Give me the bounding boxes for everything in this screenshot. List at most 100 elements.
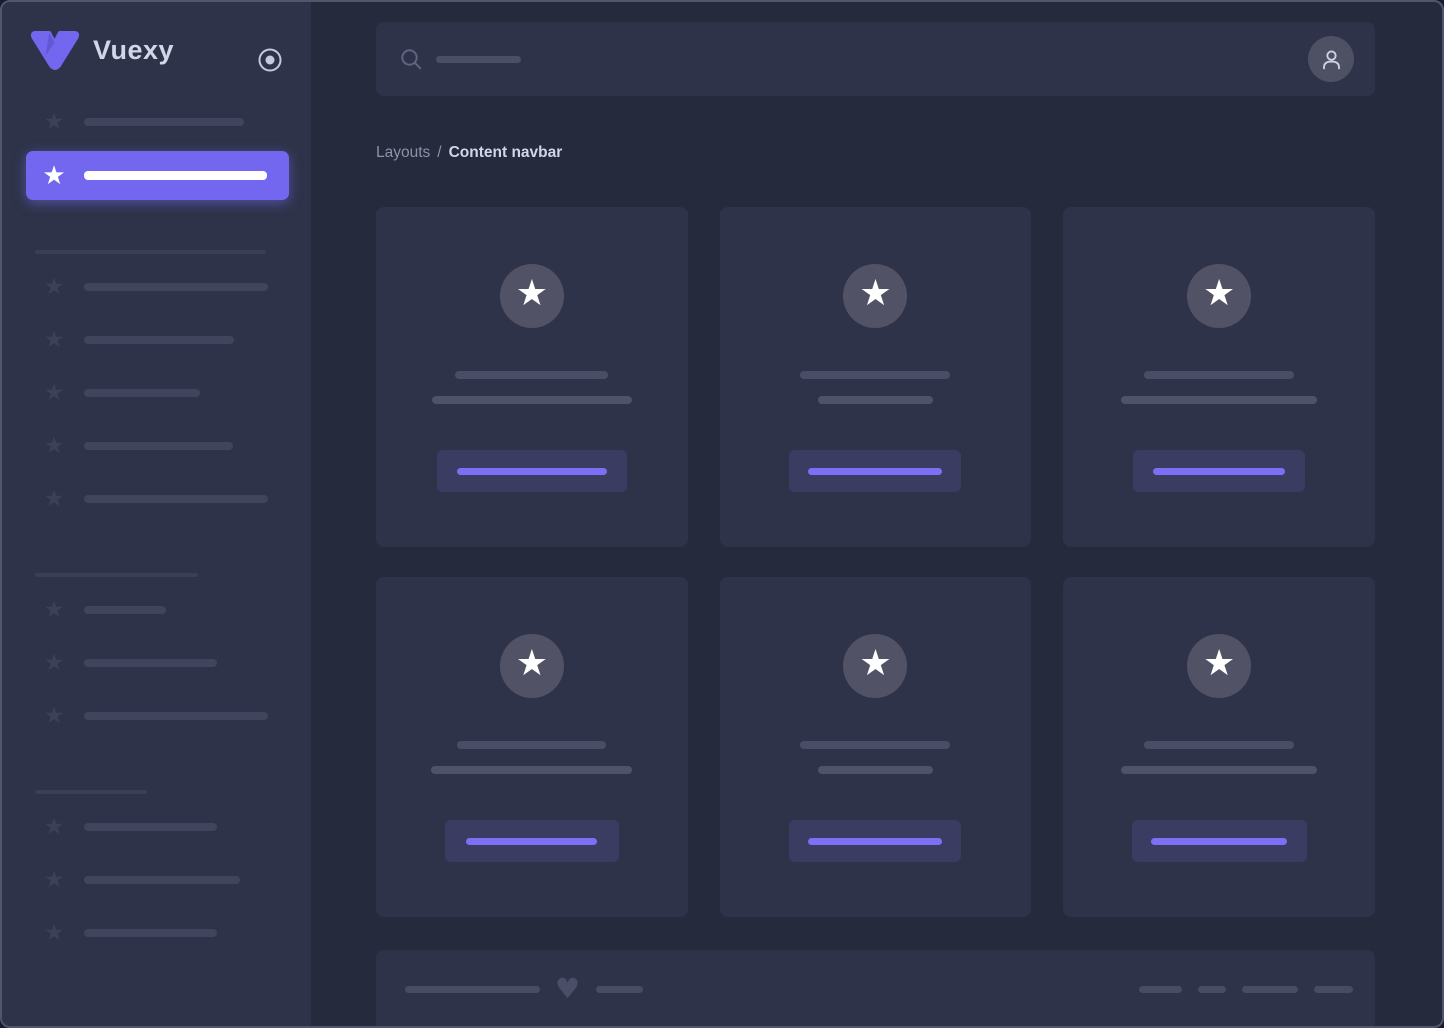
card-action-button[interactable] (437, 450, 627, 492)
sidebar-menu-item[interactable]: ★ (2, 909, 311, 957)
menu-label-skeleton (84, 606, 166, 614)
feature-card: ★ (720, 577, 1032, 917)
card-title-skeleton (800, 741, 950, 749)
search-icon (400, 48, 423, 71)
footer-row: ♥ (405, 978, 1353, 1000)
footer-link-skeleton (1198, 986, 1226, 993)
sidebar-menu-item[interactable]: ★ (2, 263, 311, 311)
star-icon: ★ (42, 487, 66, 511)
star-icon: ★ (42, 651, 66, 675)
feature-card: ★ (376, 577, 688, 917)
card-avatar: ★ (500, 634, 564, 698)
star-icon: ★ (42, 434, 66, 458)
breadcrumb-separator: / (437, 144, 441, 162)
main-content: Layouts / Content navbar ★ ★ ★ (311, 2, 1442, 1026)
button-label-skeleton (457, 468, 607, 475)
breadcrumb-current: Content navbar (449, 144, 563, 162)
card-subtitle-skeleton (818, 766, 933, 774)
breadcrumb-parent[interactable]: Layouts (376, 144, 430, 162)
footer-link-skeleton (1314, 986, 1353, 993)
sidebar-menu-item[interactable]: ★ (2, 316, 311, 364)
user-icon (1319, 47, 1344, 72)
cards-grid: ★ ★ ★ ★ ★ (376, 207, 1375, 917)
sidebar: Vuexy ★ ★ ★ ★ ★ ★ ★ ★ ★ (2, 2, 311, 1026)
feature-card: ★ (376, 207, 688, 547)
footer-text-skeleton (596, 986, 643, 993)
card-action-button[interactable] (789, 450, 961, 492)
star-icon: ★ (1203, 646, 1235, 682)
sidebar-section: ★ ★ ★ (2, 790, 311, 957)
user-avatar-button[interactable] (1308, 36, 1354, 82)
menu-label-skeleton (84, 389, 200, 397)
feature-card: ★ (720, 207, 1032, 547)
sidebar-menu-item[interactable]: ★ (2, 475, 311, 523)
card-action-button[interactable] (445, 820, 619, 862)
card-avatar: ★ (843, 634, 907, 698)
logo-link[interactable]: Vuexy (2, 2, 311, 98)
button-label-skeleton (808, 838, 942, 845)
sidebar-menu-item[interactable]: ★ (2, 422, 311, 470)
footer-link-skeleton (1139, 986, 1182, 993)
star-icon: ★ (42, 704, 66, 728)
card-title-skeleton (455, 371, 608, 379)
vuexy-logo-icon (30, 30, 80, 70)
card-action-button[interactable] (1132, 820, 1307, 862)
card-title-skeleton (1144, 371, 1294, 379)
menu-label-skeleton (84, 876, 240, 884)
button-label-skeleton (808, 468, 942, 475)
card-action-button[interactable] (789, 820, 961, 862)
card-title-skeleton (1144, 741, 1294, 749)
card-title-skeleton (457, 741, 606, 749)
radio-circle-icon[interactable] (257, 47, 283, 73)
sidebar-menu-item[interactable]: ★ (2, 369, 311, 417)
app-window: Vuexy ★ ★ ★ ★ ★ ★ ★ ★ ★ (0, 0, 1444, 1028)
footer-link-skeleton (1242, 986, 1298, 993)
card-avatar: ★ (1187, 634, 1251, 698)
card-subtitle-skeleton (432, 396, 632, 404)
sidebar-menu-item[interactable]: ★ (26, 151, 289, 200)
sidebar-menu-item[interactable]: ★ (2, 586, 311, 634)
card-avatar: ★ (843, 264, 907, 328)
feature-card: ★ (1063, 577, 1375, 917)
star-icon: ★ (42, 921, 66, 945)
menu-label-skeleton (84, 929, 217, 937)
card-avatar: ★ (1187, 264, 1251, 328)
menu-label-skeleton (84, 495, 268, 503)
menu-label-skeleton (84, 712, 268, 720)
button-label-skeleton (466, 838, 597, 845)
star-icon: ★ (859, 646, 891, 682)
star-icon: ★ (42, 598, 66, 622)
sidebar-menu-item[interactable]: ★ (2, 856, 311, 904)
sidebar-menu-item[interactable]: ★ (2, 692, 311, 740)
card-subtitle-skeleton (818, 396, 933, 404)
menu-label-skeleton (84, 283, 268, 291)
star-icon: ★ (859, 276, 891, 312)
sidebar-section: ★ ★ ★ (2, 573, 311, 740)
star-icon: ★ (42, 815, 66, 839)
sidebar-menu-item[interactable]: ★ (2, 639, 311, 687)
star-icon: ★ (42, 110, 66, 134)
star-icon: ★ (516, 646, 548, 682)
card-subtitle-skeleton (1121, 766, 1317, 774)
card-subtitle-skeleton (1121, 396, 1317, 404)
footer-card: ♥ (376, 950, 1375, 1028)
breadcrumb: Layouts / Content navbar (376, 143, 1375, 163)
card-action-button[interactable] (1133, 450, 1305, 492)
star-icon: ★ (42, 164, 66, 188)
section-title-skeleton (35, 790, 147, 794)
sidebar-menu-item[interactable]: ★ (2, 803, 311, 851)
feature-card: ★ (1063, 207, 1375, 547)
button-label-skeleton (1151, 838, 1287, 845)
sidebar-section: ★ ★ ★ ★ ★ (2, 250, 311, 523)
menu-label-skeleton (84, 171, 267, 180)
search-input[interactable] (400, 48, 1308, 71)
star-icon: ★ (1203, 276, 1235, 312)
card-title-skeleton (800, 371, 950, 379)
card-avatar: ★ (500, 264, 564, 328)
brand-name: Vuexy (93, 35, 174, 66)
button-label-skeleton (1153, 468, 1285, 475)
star-icon: ★ (42, 868, 66, 892)
section-title-skeleton (35, 573, 198, 577)
sidebar-menu-item[interactable]: ★ (2, 98, 311, 146)
star-icon: ★ (42, 381, 66, 405)
